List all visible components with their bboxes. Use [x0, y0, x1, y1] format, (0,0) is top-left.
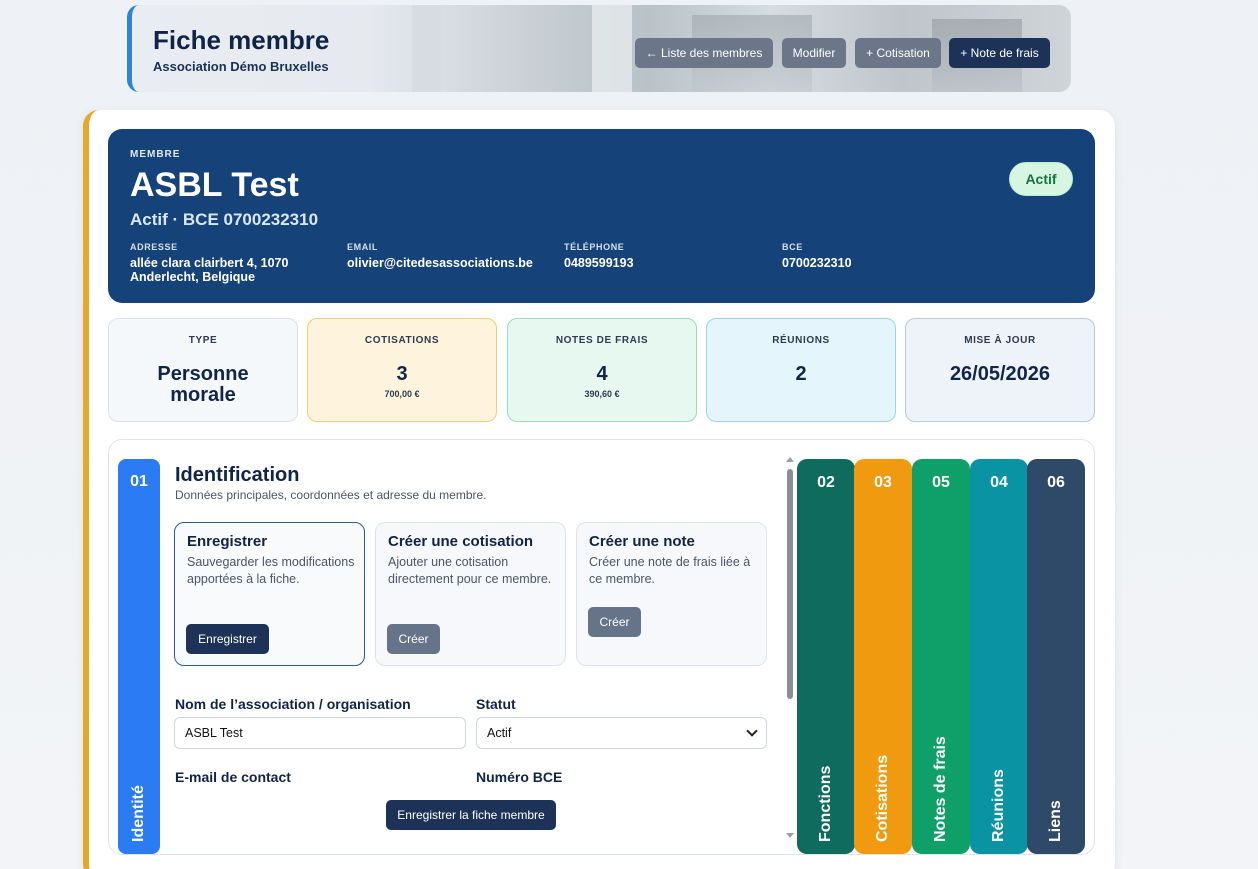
stat-value: Personne morale [157, 363, 249, 406]
create-note-button[interactable]: Créer [588, 607, 641, 637]
banner-decoration [412, 5, 442, 92]
tab-number: 04 [990, 474, 1008, 491]
phone-field: TÉLÉPHONE 0489599193 [564, 242, 774, 270]
tab-functions[interactable]: 02 Fonctions [797, 459, 855, 854]
member-subtitle: Actif · BCE 0700232310 [130, 210, 319, 229]
action-description: Ajouter une cotisation directement pour … [388, 555, 552, 586]
create-note-card: Créer une note Créer une note de frais l… [576, 522, 767, 666]
stat-expense-notes: NOTES DE FRAIS 4 390,60 € [507, 318, 697, 422]
bce-label: BCE [782, 242, 803, 252]
stat-meetings: RÉUNIONS 2 [706, 318, 896, 422]
save-action-card: Enregistrer Sauvegarder les modification… [174, 522, 365, 666]
stat-cotisations: COTISATIONS 3 700,00 € [307, 318, 497, 422]
tab-identity[interactable]: 01 Identité [118, 459, 160, 854]
status-select-value: Actif [487, 726, 512, 740]
organization-name: Association Démo Bruxelles [153, 59, 329, 74]
chevron-down-icon [746, 725, 758, 737]
scrollbar-thumb[interactable] [787, 469, 793, 699]
scrollbar[interactable] [785, 455, 795, 840]
action-description: Sauvegarder les modifications apportées … [187, 555, 355, 586]
scroll-up-arrow-icon[interactable] [786, 457, 794, 462]
status-select[interactable]: Actif [476, 717, 767, 749]
address-field: ADRESSE allée clara clairbert 4, 1070 An… [130, 242, 340, 284]
tab-expense-notes[interactable]: 05 Notes de frais [912, 459, 970, 854]
tab-number: 05 [932, 474, 950, 491]
tab-number: 03 [874, 474, 892, 491]
header-banner: Fiche membre Association Démo Bruxelles … [127, 5, 1071, 92]
create-cotisation-button[interactable]: Créer [387, 624, 440, 654]
save-member-button[interactable]: Enregistrer la fiche membre [386, 800, 556, 830]
tab-meetings[interactable]: 04 Réunions [970, 459, 1028, 854]
organization-name-label: Nom de l’association / organisation [175, 696, 411, 712]
email-value: olivier@citedesassociations.be [347, 256, 533, 270]
stat-value: 26/05/2026 [949, 363, 1051, 385]
hero-kicker: MEMBRE [130, 149, 181, 160]
member-hero: MEMBRE ASBL Test Actif · BCE 0700232310 … [108, 129, 1095, 303]
bce-field: BCE 0700232310 [782, 242, 992, 270]
address-value: allée clara clairbert 4, 1070 Anderlecht… [130, 256, 289, 284]
phone-label: TÉLÉPHONE [564, 242, 625, 252]
tab-label: Identité [130, 785, 147, 842]
add-expense-note-button[interactable]: + Note de frais [949, 38, 1050, 68]
bce-value: 0700232310 [782, 256, 852, 270]
organization-name-input[interactable]: ASBL Test [174, 717, 466, 749]
banner-decoration [592, 5, 632, 92]
stat-value: 3 [396, 363, 408, 385]
tab-label: Fonctions [817, 765, 834, 842]
bce-number-label: Numéro BCE [476, 769, 563, 785]
contact-email-label: E-mail de contact [175, 769, 291, 785]
tab-number: 02 [817, 474, 835, 491]
tab-label: Cotisations [874, 754, 891, 842]
save-button[interactable]: Enregistrer [186, 624, 269, 654]
action-description: Créer une note de frais liée à ce membre… [589, 555, 751, 586]
page-title: Fiche membre [153, 25, 330, 55]
stat-amount: 700,00 € [384, 389, 420, 399]
edit-button[interactable]: Modifier [782, 38, 846, 68]
back-to-list-button[interactable]: ← Liste des membres [635, 38, 773, 68]
status-badge: Actif [1009, 162, 1073, 196]
tab-label: Liens [1047, 800, 1064, 842]
section-description: Données principales, coordonnées et adre… [175, 488, 487, 502]
member-name: ASBL Test [130, 166, 299, 204]
action-title: Enregistrer [187, 533, 268, 550]
stat-label: TYPE [188, 335, 218, 346]
stat-type: TYPE Personne morale [108, 318, 298, 422]
action-title: Créer une note [589, 533, 695, 550]
tab-number: 01 [130, 473, 148, 490]
tab-cotisations[interactable]: 03 Cotisations [854, 459, 912, 854]
tab-label: Réunions [990, 769, 1007, 842]
email-label: EMAIL [347, 242, 378, 252]
stat-label: RÉUNIONS [772, 335, 830, 346]
stat-label: MISE À JOUR [964, 335, 1036, 346]
tab-number: 06 [1047, 474, 1065, 491]
tab-label: Notes de frais [932, 736, 949, 842]
stat-value: 4 [596, 363, 608, 385]
create-cotisation-card: Créer une cotisation Ajouter une cotisat… [375, 522, 566, 666]
address-label: ADRESSE [130, 242, 178, 252]
stat-amount: 390,60 € [584, 389, 620, 399]
tab-links[interactable]: 06 Liens [1027, 459, 1085, 854]
scroll-down-arrow-icon[interactable] [786, 833, 794, 838]
section-title: Identification [175, 464, 300, 486]
add-cotisation-button[interactable]: + Cotisation [855, 38, 941, 68]
stat-label: NOTES DE FRAIS [555, 335, 649, 346]
stat-label: COTISATIONS [364, 335, 440, 346]
action-title: Créer une cotisation [388, 533, 534, 550]
email-field: EMAIL olivier@citedesassociations.be [347, 242, 557, 270]
status-label: Statut [476, 696, 516, 712]
stat-last-update: MISE À JOUR 26/05/2026 [905, 318, 1095, 422]
phone-value: 0489599193 [564, 256, 634, 270]
stat-value: 2 [795, 363, 807, 385]
